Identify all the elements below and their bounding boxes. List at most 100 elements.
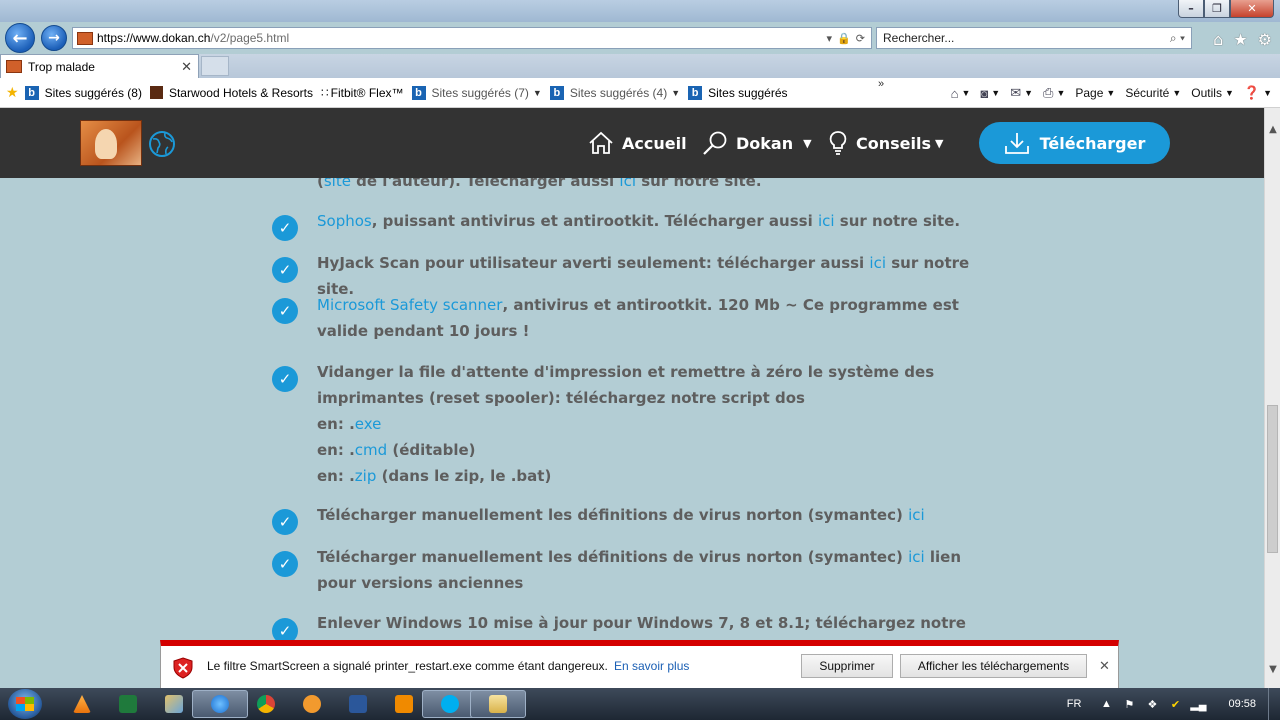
- favorite-link-6[interactable]: b Sites suggérés: [688, 85, 788, 100]
- tray-expand-icon[interactable]: ▲: [1099, 697, 1113, 711]
- media-player-icon: [395, 695, 413, 713]
- download-zip-line: en: .zip (dans le zip, le .bat): [317, 463, 997, 489]
- exe-link[interactable]: exe: [355, 415, 382, 433]
- minimize-button[interactable]: –: [1178, 0, 1204, 18]
- lock-icon[interactable]: 🔒: [837, 32, 851, 45]
- fitbit-icon: ∷: [321, 85, 329, 100]
- site-favicon-icon: [77, 31, 93, 45]
- security-menu[interactable]: Sécurité ▼: [1125, 86, 1181, 100]
- cmd-link[interactable]: cmd: [355, 441, 387, 459]
- dropdown-icon[interactable]: ▾: [827, 32, 833, 45]
- close-window-button[interactable]: ✕: [1230, 0, 1274, 18]
- bing-icon: b: [24, 85, 39, 100]
- sophos-link[interactable]: Sophos: [317, 212, 372, 230]
- favorite-label: Sites suggérés (4): [569, 85, 668, 100]
- favorite-label: Sites suggérés (8): [44, 85, 142, 100]
- ici-link[interactable]: ici: [908, 548, 925, 566]
- scroll-down-icon[interactable]: ▼: [1265, 660, 1280, 678]
- text-fragment: sur notre site.: [834, 212, 961, 230]
- norton-check-icon[interactable]: ✔: [1168, 697, 1182, 711]
- favorite-link-2[interactable]: Starwood Hotels & Resorts: [149, 85, 314, 100]
- close-tab-icon[interactable]: ✕: [181, 59, 198, 75]
- refresh-icon[interactable]: ⟳: [856, 32, 865, 45]
- favorite-link-3[interactable]: ∷ Fitbit® Flex™: [321, 86, 404, 100]
- view-downloads-button[interactable]: Afficher les téléchargements: [900, 654, 1087, 678]
- mail-icon: ✉: [1010, 85, 1022, 100]
- text-fragment: Télécharger manuellement les définitions…: [317, 506, 909, 524]
- close-notification-icon[interactable]: ✕: [1099, 658, 1110, 674]
- search-box[interactable]: Rechercher... ⌕ ▾: [876, 27, 1192, 49]
- home-icon[interactable]: ⌂: [1213, 30, 1223, 49]
- window-controls: – ❐ ✕: [1178, 0, 1274, 18]
- chevron-down-icon: ▼: [1224, 88, 1234, 98]
- chevron-down-icon: ▼: [1106, 88, 1116, 98]
- start-button[interactable]: [8, 689, 42, 719]
- back-button[interactable]: ←: [5, 23, 35, 53]
- language-indicator[interactable]: FR: [1067, 698, 1082, 710]
- add-favorites-star-icon[interactable]: ★: [6, 84, 19, 101]
- delete-button[interactable]: Supprimer: [801, 654, 893, 678]
- page-scrollbar[interactable]: ▲ ▼: [1264, 108, 1280, 688]
- nav-conseils[interactable]: Conseils ▼: [828, 108, 943, 178]
- favorites-star-icon[interactable]: ★: [1233, 30, 1247, 49]
- tools-menu[interactable]: Outils ▼: [1191, 86, 1234, 100]
- text-fragment: (éditable): [387, 441, 476, 459]
- forward-button[interactable]: →: [41, 25, 67, 51]
- show-desktop-button[interactable]: [1268, 688, 1280, 720]
- check-circle-icon: ✓: [272, 215, 298, 241]
- search-icon[interactable]: ⌕ ▾: [1170, 31, 1191, 46]
- learn-more-link[interactable]: En savoir plus: [614, 659, 689, 673]
- help-menu[interactable]: ❓ ▼: [1244, 85, 1272, 101]
- url-text[interactable]: https://www.dokan.ch/v2/page5.html: [97, 31, 827, 45]
- site-header: Accueil Dokan ▼ Conseils ▼ Télécharger: [0, 108, 1264, 178]
- favorite-label: Sites suggérés: [708, 85, 788, 100]
- chevron-down-icon: ▼: [803, 136, 812, 150]
- dropbox-icon[interactable]: ❖: [1145, 697, 1159, 711]
- folder-icon: [489, 695, 507, 713]
- command-bar: ⌂ ▼ ◙ ▼ ✉ ▼ ⎙ ▼ Page ▼ Sécurité ▼ Outils ▼ ❓ ▼: [951, 78, 1272, 108]
- chevron-down-icon: ▼: [1056, 88, 1066, 98]
- page-menu[interactable]: Page ▼: [1075, 86, 1115, 100]
- nav-accueil[interactable]: Accueil: [588, 108, 687, 178]
- ici-link[interactable]: ici: [908, 506, 925, 524]
- microsoft-safety-scanner-link[interactable]: Microsoft Safety scanner: [317, 296, 502, 314]
- favorite-link-5[interactable]: b Sites suggérés (4) ▼: [549, 85, 681, 100]
- scroll-up-icon[interactable]: ▲: [1265, 120, 1280, 138]
- globe-icon[interactable]: [148, 130, 176, 158]
- favorite-link-1[interactable]: b Sites suggérés (8): [24, 85, 142, 100]
- mail-command[interactable]: ✉ ▼: [1010, 85, 1033, 101]
- taskbar-explorer[interactable]: [470, 690, 526, 718]
- network-signal-icon[interactable]: ▂▄: [1190, 697, 1206, 711]
- check-circle-icon: ✓: [272, 298, 298, 324]
- favorite-label: Starwood Hotels & Resorts: [168, 85, 314, 100]
- nav-accueil-label: Accueil: [622, 133, 687, 153]
- home-command[interactable]: ⌂ ▼: [951, 86, 971, 101]
- zip-link[interactable]: zip: [355, 467, 377, 485]
- text-fragment: en: .: [317, 467, 355, 485]
- check-circle-icon: ✓: [272, 257, 298, 283]
- arrow-left-icon: ←: [12, 27, 28, 49]
- chevron-more-icon[interactable]: »: [878, 78, 884, 90]
- window-titlebar: – ❐ ✕: [0, 0, 1280, 22]
- feeds-command[interactable]: ◙ ▼: [980, 86, 1000, 101]
- help-icon: ❓: [1243, 85, 1261, 100]
- lightbulb-icon: [829, 131, 847, 155]
- scrollbar-thumb[interactable]: [1267, 405, 1278, 553]
- ici-link[interactable]: ici: [818, 212, 835, 230]
- site-logo[interactable]: [80, 120, 142, 166]
- address-bar[interactable]: https://www.dokan.ch/v2/page5.html ▾ 🔒 ⟳: [72, 27, 872, 49]
- vlc-cone-icon: [73, 695, 91, 713]
- internet-explorer-icon: [211, 695, 229, 713]
- download-button[interactable]: Télécharger: [979, 122, 1170, 164]
- clock[interactable]: 09:58: [1228, 698, 1256, 710]
- favorite-link-4[interactable]: b Sites suggérés (7) ▼: [411, 85, 542, 100]
- gear-icon[interactable]: ⚙: [1258, 30, 1272, 49]
- maximize-button[interactable]: ❐: [1204, 0, 1230, 18]
- print-command[interactable]: ⎙ ▼: [1043, 85, 1065, 101]
- new-tab-button[interactable]: [201, 56, 229, 76]
- chevron-down-icon: ▼: [671, 87, 681, 98]
- tab-active[interactable]: Trop malade ✕: [0, 54, 199, 78]
- nav-dokan[interactable]: Dokan ▼: [702, 108, 812, 178]
- ici-link[interactable]: ici: [869, 254, 886, 272]
- action-center-flag-icon[interactable]: ⚑: [1122, 697, 1136, 711]
